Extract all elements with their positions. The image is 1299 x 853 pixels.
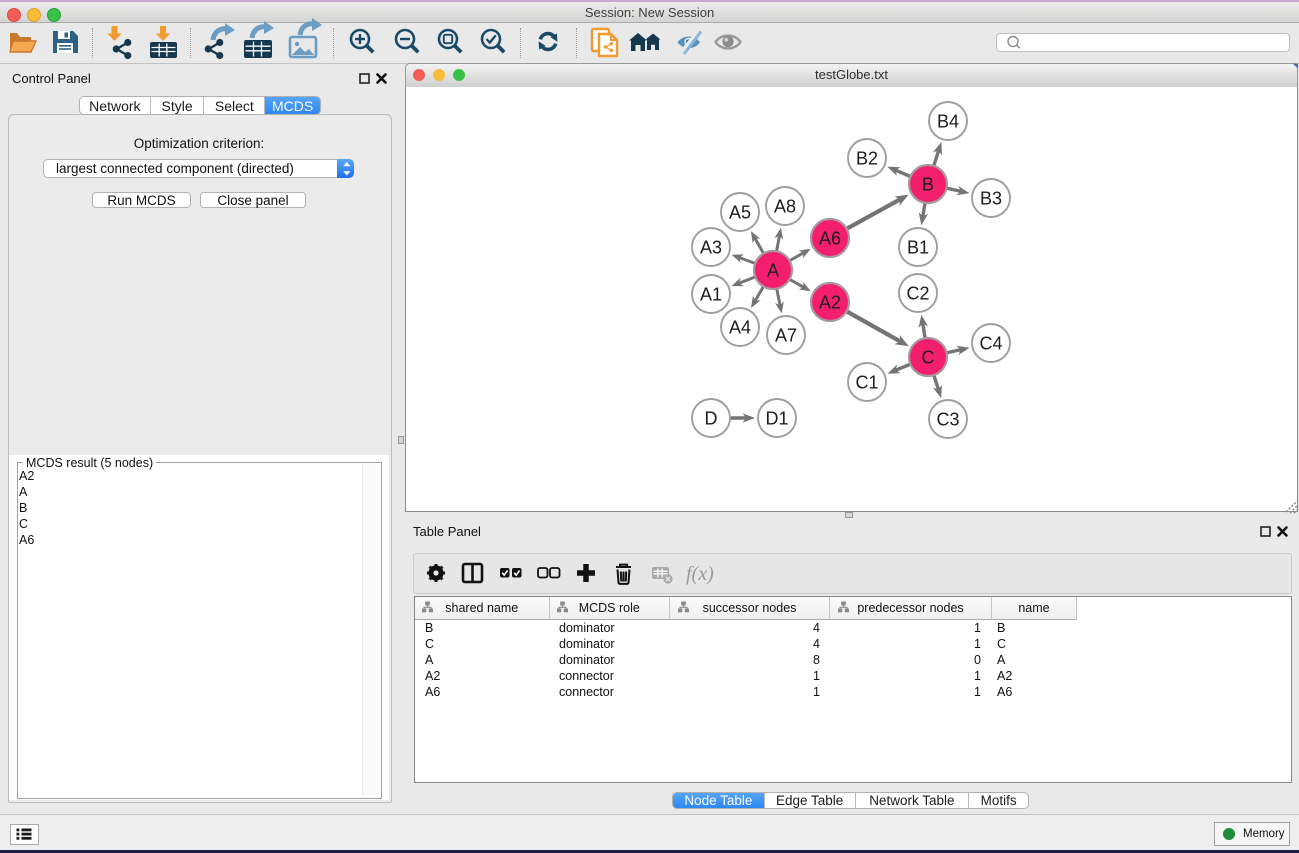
- svg-text:B4: B4: [937, 111, 959, 131]
- svg-text:A1: A1: [700, 284, 722, 304]
- svg-text:A: A: [767, 260, 779, 280]
- svg-text:B1: B1: [907, 237, 929, 257]
- svg-text:C2: C2: [906, 283, 929, 303]
- svg-text:B3: B3: [980, 188, 1002, 208]
- svg-text:D1: D1: [765, 408, 788, 428]
- svg-text:C: C: [922, 347, 935, 367]
- svg-text:A4: A4: [729, 317, 751, 337]
- svg-text:A2: A2: [819, 292, 841, 312]
- svg-text:A6: A6: [819, 228, 841, 248]
- svg-text:A7: A7: [775, 325, 797, 345]
- svg-text:A8: A8: [774, 196, 796, 216]
- svg-text:C4: C4: [979, 333, 1002, 353]
- svg-text:C1: C1: [855, 372, 878, 392]
- svg-text:A5: A5: [729, 202, 751, 222]
- svg-text:C3: C3: [936, 409, 959, 429]
- svg-text:D: D: [705, 408, 718, 428]
- svg-text:B: B: [922, 174, 934, 194]
- svg-text:B2: B2: [856, 148, 878, 168]
- svg-text:A3: A3: [700, 237, 722, 257]
